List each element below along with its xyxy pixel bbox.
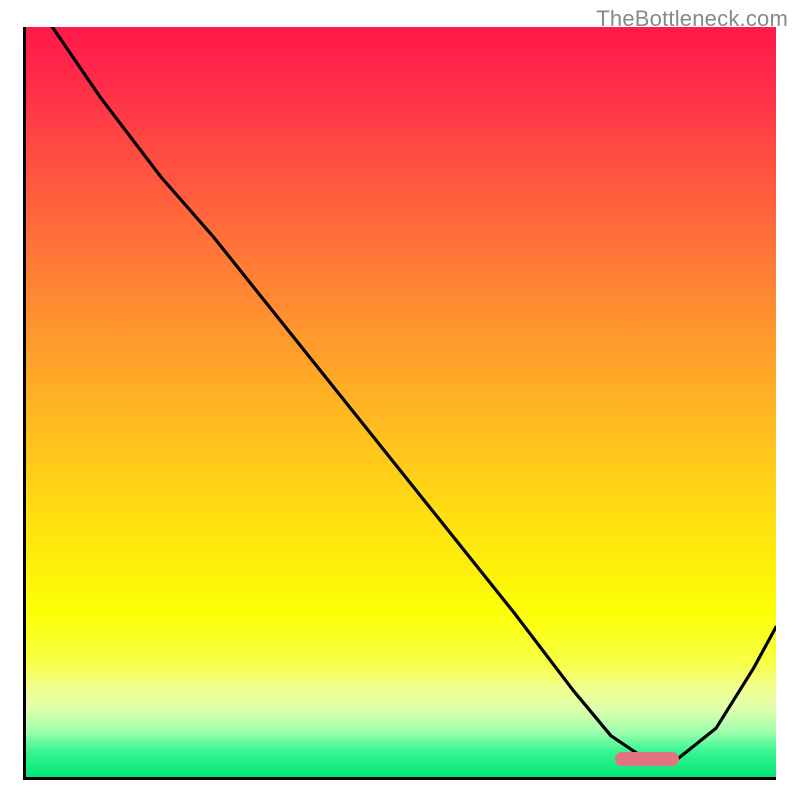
plot-area <box>26 27 776 777</box>
optimal-range-marker <box>615 752 679 766</box>
bottleneck-curve <box>26 27 776 777</box>
